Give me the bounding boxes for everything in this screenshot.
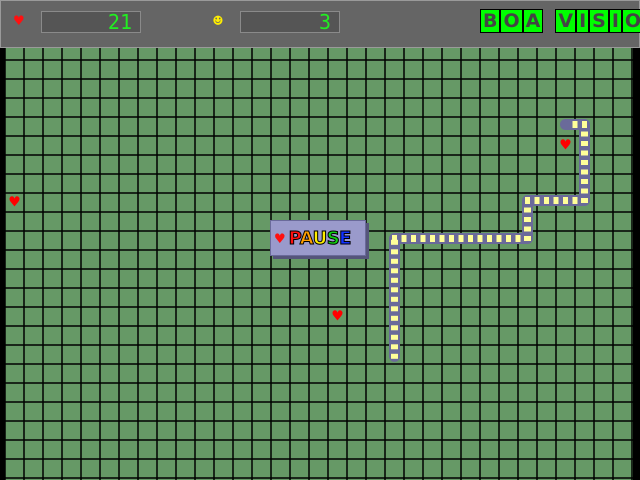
snake-segment bbox=[524, 226, 531, 232]
heart-pickup: ♥ bbox=[9, 193, 20, 213]
snake-segment bbox=[468, 235, 473, 242]
snake-segment bbox=[581, 188, 588, 194]
heart-icon: ♥ bbox=[14, 11, 24, 30]
board-background bbox=[5, 48, 633, 480]
logo-letter: S bbox=[589, 9, 609, 33]
logo-letter: I bbox=[576, 9, 590, 33]
snake-segment bbox=[582, 121, 587, 128]
snake-segment bbox=[581, 169, 588, 175]
pause-letter: P bbox=[288, 227, 301, 249]
snake-segment bbox=[534, 197, 540, 204]
snake-segment bbox=[581, 198, 588, 203]
logo-letter bbox=[543, 9, 555, 33]
snake-segment bbox=[581, 141, 588, 146]
heart-pickup: ♥ bbox=[332, 307, 343, 327]
hud-bar: ♥ 21 ☻ 3 BOAVISION bbox=[0, 0, 640, 48]
snake-segment bbox=[524, 236, 531, 241]
game-board[interactable]: ♥ ♥ ♥ bbox=[0, 48, 640, 480]
snake-head bbox=[560, 120, 569, 129]
snake-segment bbox=[581, 160, 588, 165]
snake-segment bbox=[581, 179, 588, 184]
snake-segment bbox=[439, 235, 445, 242]
pause-letter: E bbox=[339, 227, 352, 249]
snake-segment bbox=[449, 235, 454, 242]
snake-segment bbox=[458, 235, 464, 242]
snake-segment bbox=[553, 197, 559, 204]
pause-banner[interactable]: ♥ PAUSE bbox=[270, 220, 366, 256]
snake-segment bbox=[581, 150, 588, 156]
snake-segment bbox=[563, 197, 568, 204]
snake-segment bbox=[487, 235, 492, 242]
snake-segment bbox=[391, 296, 398, 302]
snake-segment bbox=[572, 121, 578, 128]
snake-segment bbox=[544, 197, 549, 204]
snake-segment bbox=[391, 287, 398, 293]
logo-letter: O bbox=[621, 9, 640, 33]
logo-letter: O bbox=[500, 9, 523, 33]
snake-segment bbox=[391, 325, 398, 331]
snake-segment bbox=[391, 268, 398, 274]
snake-segment bbox=[525, 197, 530, 204]
snake-segment bbox=[572, 197, 578, 204]
snake-segment bbox=[391, 334, 398, 340]
score-counter: 3 bbox=[240, 11, 340, 33]
snake-segment bbox=[391, 249, 398, 255]
pause-letter: U bbox=[312, 227, 328, 249]
snake-segment bbox=[391, 258, 398, 264]
smiley-icon: ☻ bbox=[213, 11, 223, 30]
lives-counter: 21 bbox=[41, 11, 141, 33]
logo-letter: B bbox=[480, 9, 501, 33]
snake-segment bbox=[524, 217, 531, 222]
snake-segment bbox=[420, 235, 426, 242]
snake-segment bbox=[581, 131, 588, 137]
snake-segment bbox=[391, 353, 398, 359]
logo-letter: I bbox=[608, 9, 622, 33]
snake-segment bbox=[524, 207, 531, 213]
snake-segment bbox=[401, 235, 407, 242]
snake-segment bbox=[477, 235, 483, 242]
snake-segment bbox=[391, 315, 398, 321]
snake-segment bbox=[496, 235, 502, 242]
pause-letter: A bbox=[299, 227, 313, 249]
heart-pickup: ♥ bbox=[560, 136, 571, 156]
logo-letter: V bbox=[555, 9, 577, 33]
snake-segment bbox=[392, 235, 397, 242]
pause-label: PAUSE bbox=[288, 227, 352, 249]
pause-letter: S bbox=[326, 227, 340, 249]
snake-segment bbox=[506, 235, 511, 242]
logo-letter: A bbox=[522, 9, 544, 33]
snake-segment bbox=[430, 235, 435, 242]
snake-segment bbox=[391, 277, 398, 283]
snake-segment bbox=[391, 306, 398, 312]
snake-segment bbox=[515, 235, 521, 242]
heart-icon: ♥ bbox=[275, 228, 285, 248]
snake-segment bbox=[411, 235, 416, 242]
snake-segment bbox=[391, 344, 398, 350]
game-logo: BOAVISION bbox=[480, 9, 640, 33]
